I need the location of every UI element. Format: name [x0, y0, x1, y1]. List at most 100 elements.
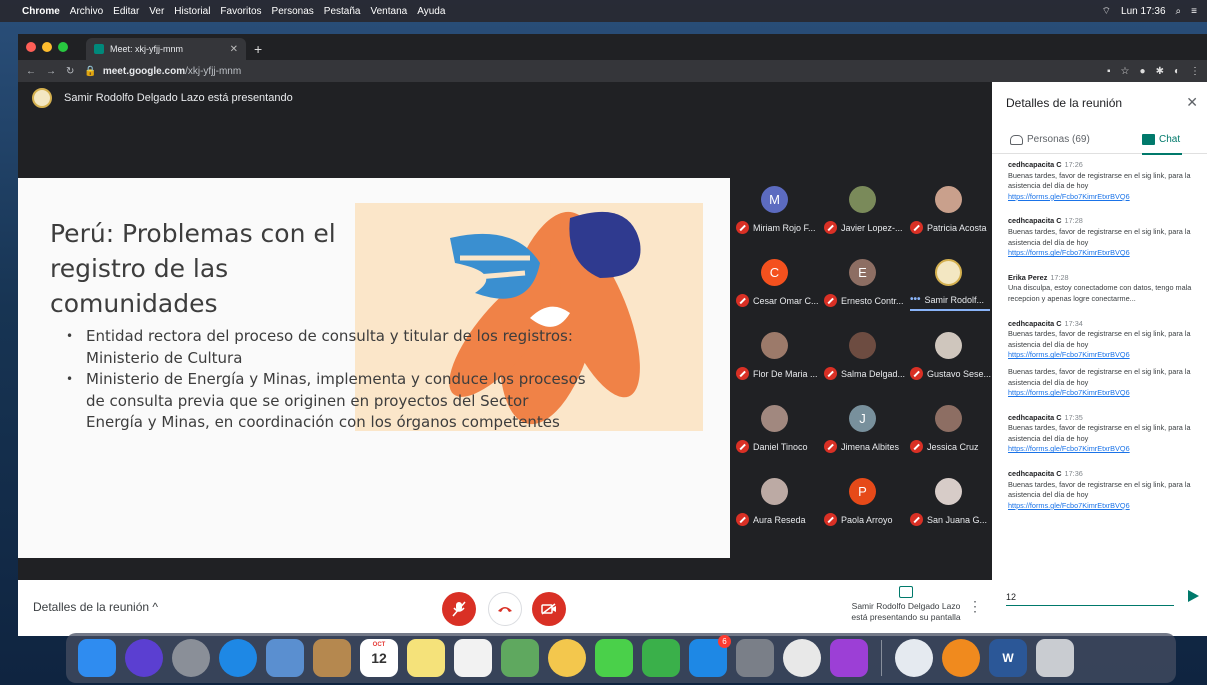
messages-icon[interactable]: [595, 639, 633, 677]
participant-tile[interactable]: San Juana G...: [906, 470, 992, 540]
cleanmymac-icon[interactable]: [895, 639, 933, 677]
menu-app-name[interactable]: Chrome: [22, 6, 60, 17]
chrome-menu-icon[interactable]: ⋮: [1190, 66, 1200, 77]
wifi-icon[interactable]: ⌔: [1102, 5, 1111, 18]
new-tab-button[interactable]: +: [254, 38, 262, 60]
chevron-up-icon: ^: [152, 600, 159, 614]
mic-off-icon: [736, 221, 749, 234]
send-message-icon[interactable]: [1188, 590, 1199, 602]
siri-icon[interactable]: [125, 639, 163, 677]
message-link[interactable]: https://forms.gle/Fcbo7KimrEtxrBVQ6: [1008, 501, 1200, 512]
menu-item-ayuda[interactable]: Ayuda: [417, 6, 445, 17]
participant-tile[interactable]: Flor De Maria ...: [732, 324, 818, 394]
lock-icon: 🔒: [84, 65, 97, 77]
message-author: cedhcapacita C: [1008, 318, 1062, 328]
participant-avatar: E: [849, 259, 876, 286]
mic-off-icon: [824, 513, 837, 526]
participant-tile[interactable]: Patricia Acosta: [906, 178, 992, 248]
camera-indicator-icon[interactable]: ▪: [1107, 66, 1111, 77]
menu-item-historial[interactable]: Historial: [174, 6, 210, 17]
reload-icon[interactable]: ↻: [66, 66, 74, 77]
menu-item-pestana[interactable]: Pestaña: [324, 6, 361, 17]
participant-tile[interactable]: Daniel Tinoco: [732, 397, 818, 467]
message-link[interactable]: https://forms.gle/Fcbo7KimrEtxrBVQ6: [1008, 388, 1200, 399]
clock[interactable]: Lun 17:36: [1121, 6, 1166, 17]
participant-tile-presenter[interactable]: ••• Samir Rodolf...: [906, 251, 992, 321]
photos-icon[interactable]: [548, 639, 586, 677]
chat-message: cedhcapacita C 17:36 Buenas tardes, favor…: [1008, 469, 1200, 511]
leave-call-button[interactable]: [488, 592, 522, 626]
menu-item-personas[interactable]: Personas: [272, 6, 314, 17]
safari-icon[interactable]: [219, 639, 257, 677]
tab-people[interactable]: Personas (69): [1010, 134, 1090, 145]
meeting-details-toggle[interactable]: Detalles de la reunión ^: [33, 600, 158, 614]
message-link[interactable]: https://forms.gle/Fcbo7KimrEtxrBVQ6: [1008, 444, 1200, 455]
participant-tile[interactable]: E Ernesto Contr...: [820, 251, 906, 321]
word-icon[interactable]: W: [989, 639, 1027, 677]
message-link[interactable]: https://forms.gle/Fcbo7KimrEtxrBVQ6: [1008, 248, 1200, 259]
message-text: Buenas tardes, favor de registrarse en e…: [1008, 423, 1191, 443]
shared-slide: Perú: Problemas con el registro de las c…: [18, 178, 730, 558]
participant-tile[interactable]: C Cesar Omar C...: [732, 251, 819, 321]
zoom-window-button[interactable]: [58, 42, 68, 52]
facetime-icon[interactable]: [642, 639, 680, 677]
mail-icon[interactable]: [266, 639, 304, 677]
trash-icon[interactable]: [1036, 639, 1074, 677]
calendar-icon[interactable]: OCT 12: [360, 639, 398, 677]
mic-off-icon: [452, 601, 466, 617]
books-icon[interactable]: [942, 639, 980, 677]
bookmark-star-icon[interactable]: ☆: [1121, 66, 1130, 77]
forward-icon[interactable]: →: [46, 66, 56, 77]
podcasts-icon[interactable]: [830, 639, 868, 677]
chat-message-input[interactable]: 12: [1006, 592, 1174, 606]
address-bar[interactable]: 🔒 meet.google.com/xkj-yfjj-mnm: [84, 62, 1097, 80]
control-center-icon[interactable]: ≡: [1191, 6, 1197, 17]
menu-item-archivo[interactable]: Archivo: [70, 6, 103, 17]
participant-tile[interactable]: P Paola Arroyo: [820, 470, 906, 540]
chrome-icon[interactable]: [783, 639, 821, 677]
participant-tile[interactable]: Gustavo Sese...: [906, 324, 992, 394]
mic-toggle-button[interactable]: [442, 592, 476, 626]
participant-avatar: P: [849, 478, 876, 505]
close-window-button[interactable]: [26, 42, 36, 52]
slide-bullets: Entidad rectora del proceso de consulta …: [66, 326, 586, 434]
menu-item-editar[interactable]: Editar: [113, 6, 139, 17]
close-tab-icon[interactable]: ✕: [230, 44, 238, 55]
contacts-icon[interactable]: [313, 639, 351, 677]
camera-toggle-button[interactable]: [532, 592, 566, 626]
minimize-window-button[interactable]: [42, 42, 52, 52]
menu-item-favoritos[interactable]: Favoritos: [220, 6, 261, 17]
mic-off-icon: [736, 513, 749, 526]
presenter-status[interactable]: Samir Rodolfo Delgado Lazo está presenta…: [836, 586, 976, 623]
close-panel-icon[interactable]: ✕: [1186, 94, 1198, 111]
launchpad-icon[interactable]: [172, 639, 210, 677]
menu-item-ventana[interactable]: Ventana: [371, 6, 408, 17]
extensions-puzzle-icon[interactable]: ✱: [1156, 66, 1164, 77]
message-text: Buenas tardes, favor de registrarse en e…: [1008, 329, 1191, 349]
reminders-icon[interactable]: [454, 639, 492, 677]
more-options-icon[interactable]: ⋮: [968, 598, 982, 615]
participant-tile[interactable]: M Miriam Rojo F...: [732, 178, 818, 248]
back-icon[interactable]: ←: [26, 66, 36, 77]
system-preferences-icon[interactable]: [736, 639, 774, 677]
participant-tile[interactable]: J Jimena Albites: [820, 397, 906, 467]
maps-icon[interactable]: [501, 639, 539, 677]
menu-item-ver[interactable]: Ver: [149, 6, 164, 17]
participant-tile[interactable]: Aura Reseda: [732, 470, 818, 540]
participant-tile[interactable]: Javier Lopez-...: [820, 178, 906, 248]
participant-avatar: [849, 186, 876, 213]
message-author: Erika Perez: [1008, 272, 1048, 282]
participant-tile[interactable]: Jessica Cruz: [906, 397, 992, 467]
message-link[interactable]: https://forms.gle/Fcbo7KimrEtxrBVQ6: [1008, 350, 1200, 361]
appstore-icon[interactable]: 6: [689, 635, 731, 677]
tab-chat[interactable]: Chat: [1142, 134, 1180, 145]
presenting-text: Samir Rodolfo Delgado Lazo está presenta…: [64, 92, 293, 104]
finder-icon[interactable]: [78, 639, 116, 677]
notes-icon[interactable]: [407, 639, 445, 677]
participant-tile[interactable]: Salma Delgad...: [820, 324, 906, 394]
spotlight-search-icon[interactable]: ⌕: [1176, 6, 1182, 17]
browser-tab-meet[interactable]: Meet: xkj-yfjj-mnm ✕: [86, 38, 246, 60]
message-link[interactable]: https://forms.gle/Fcbo7KimrEtxrBVQ6: [1008, 192, 1200, 203]
profile-icon[interactable]: ◐: [1174, 66, 1180, 77]
extension-icon[interactable]: ●: [1140, 66, 1146, 77]
